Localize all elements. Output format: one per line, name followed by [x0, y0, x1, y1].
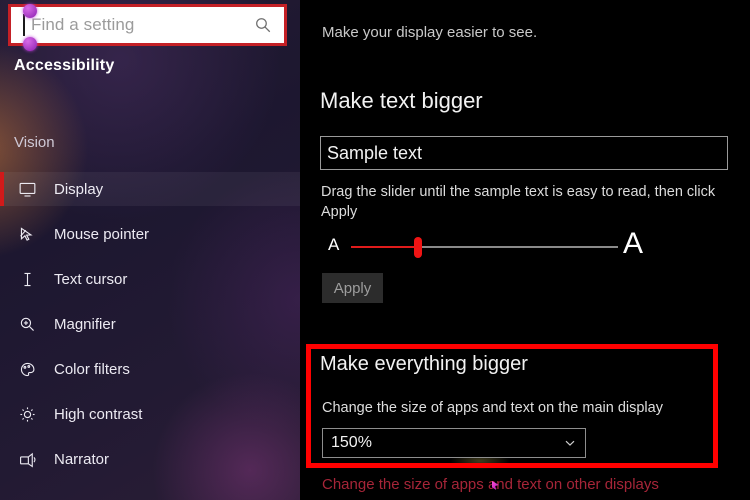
slider-min-label: A [328, 235, 340, 254]
search-icon[interactable] [254, 16, 272, 34]
slider-max-label: A [623, 227, 644, 260]
sidebar: Find a setting Accessibility Vision Disp… [0, 0, 300, 500]
slider-hint-text: Drag the slider until the sample text is… [321, 184, 716, 220]
sidebar-item-label: Text cursor [54, 270, 128, 288]
sidebar-nav: Display Mouse pointer Text cursor Magnif… [0, 172, 300, 487]
magnifier-icon [16, 313, 38, 335]
scale-dropdown-value: 150% [331, 434, 372, 451]
sidebar-item-label: High contrast [54, 405, 143, 423]
make-everything-bigger-heading: Make everything bigger [320, 353, 528, 375]
search-box[interactable]: Find a setting [8, 4, 287, 51]
brightness-icon [16, 403, 38, 425]
chevron-down-icon[interactable] [563, 436, 577, 450]
text-cursor-icon [16, 268, 38, 290]
slider-track-fill [351, 246, 417, 248]
sidebar-item-label: Magnifier [54, 315, 116, 333]
search-placeholder: Find a setting [31, 15, 135, 34]
sidebar-item-narrator[interactable]: Narrator [0, 442, 300, 476]
sidebar-item-label: Color filters [54, 360, 130, 378]
sidebar-item-label: Narrator [54, 450, 110, 468]
monitor-icon [16, 178, 38, 200]
sidebar-item-label: Mouse pointer [54, 225, 150, 243]
sidebar-item-magnifier[interactable]: Magnifier [0, 307, 300, 341]
scale-dropdown[interactable]: 150% [322, 428, 586, 458]
sidebar-item-color-filters[interactable]: Color filters [0, 352, 300, 386]
sidebar-item-display[interactable]: Display [0, 172, 300, 206]
selection-handle-top[interactable] [23, 4, 37, 18]
text-size-slider[interactable]: A A [320, 227, 750, 264]
text-caret-icon [23, 14, 25, 36]
make-text-bigger-heading: Make text bigger [320, 88, 483, 113]
sidebar-item-text-cursor[interactable]: Text cursor [0, 262, 300, 296]
sample-text-preview: Sample text [320, 136, 728, 170]
selection-handle-bottom[interactable] [23, 37, 37, 51]
sidebar-item-high-contrast[interactable]: High contrast [0, 397, 300, 431]
main-content: Make your display easier to see. Make te… [300, 0, 750, 500]
scale-description: Change the size of apps and text on the … [322, 400, 663, 416]
palette-icon [16, 358, 38, 380]
settings-window: Find a setting Accessibility Vision Disp… [0, 0, 750, 500]
display-subheading: Make your display easier to see. [322, 24, 538, 41]
apply-button[interactable]: Apply [322, 273, 383, 303]
page-title: Accessibility [14, 57, 115, 74]
sidebar-item-mouse-pointer[interactable]: Mouse pointer [0, 217, 300, 251]
narrator-icon [16, 448, 38, 470]
sample-text-value: Sample text [327, 142, 423, 163]
search-input[interactable]: Find a setting [11, 7, 284, 43]
sidebar-group-vision: Vision [14, 134, 55, 151]
mouse-pointer-icon [16, 223, 38, 245]
other-displays-link[interactable]: Change the size of apps and text on othe… [322, 476, 659, 493]
sidebar-item-label: Display [54, 180, 104, 198]
apply-button-label: Apply [333, 279, 372, 297]
slider-thumb[interactable] [414, 237, 422, 258]
